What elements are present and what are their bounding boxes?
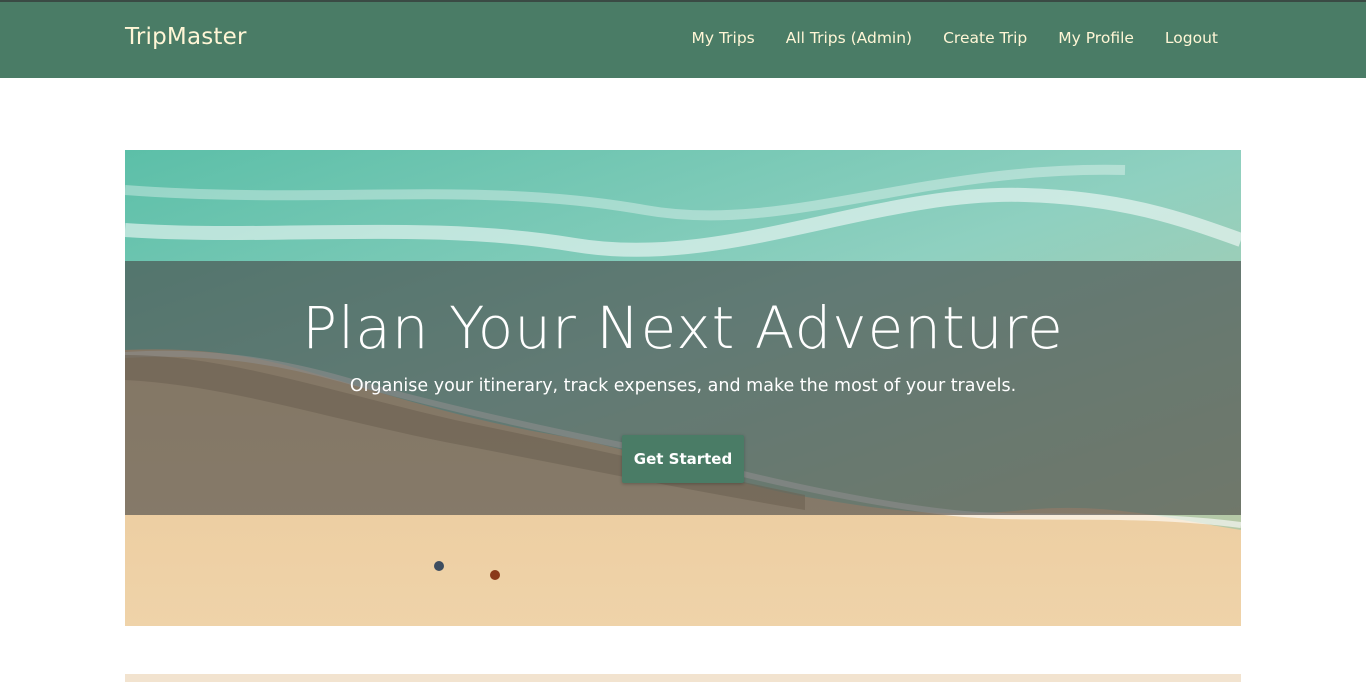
nav-link-create-trip[interactable]: Create Trip (943, 29, 1027, 47)
nav-link-my-trips[interactable]: My Trips (691, 29, 754, 47)
nav-link-my-profile[interactable]: My Profile (1058, 29, 1134, 47)
get-started-button[interactable]: Get Started (622, 435, 744, 483)
nav-link-logout[interactable]: Logout (1165, 29, 1218, 47)
hero-subtitle: Organise your itinerary, track expenses,… (349, 376, 1017, 396)
next-section-edge (125, 674, 1241, 682)
navbar: TripMaster My Trips All Trips (Admin) Cr… (0, 2, 1366, 78)
brand-logo-link[interactable]: TripMaster (125, 24, 247, 50)
hero-section: Plan Your Next Adventure Organise your i… (125, 150, 1241, 626)
nav-link-all-trips-admin[interactable]: All Trips (Admin) (786, 29, 912, 47)
hero-title: Plan Your Next Adventure (302, 294, 1064, 362)
nav-links: My Trips All Trips (Admin) Create Trip M… (691, 29, 1218, 47)
